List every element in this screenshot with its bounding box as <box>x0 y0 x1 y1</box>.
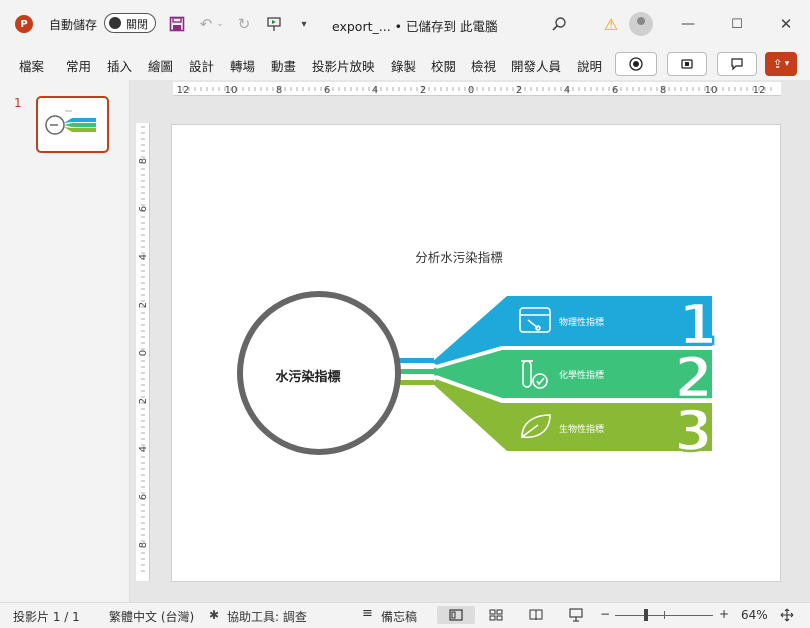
save-icon[interactable] <box>167 14 187 34</box>
record-button[interactable] <box>615 52 657 76</box>
reading-view-icon[interactable] <box>526 606 546 624</box>
record-icon <box>629 57 643 71</box>
ruler-label: 6 <box>138 494 149 500</box>
tab-developer[interactable]: 開發人員 <box>511 56 561 75</box>
slide-count: 投影片 1 / 1 <box>13 610 80 624</box>
notes-button[interactable]: 備忘稿 <box>381 608 417 625</box>
ruler-label: 8 <box>138 542 149 548</box>
share-dropdown-icon: ▾ <box>784 59 790 69</box>
maximize-icon[interactable]: ☐ <box>727 14 747 34</box>
share-icon: ⇪ <box>772 57 783 71</box>
customize-toolbar-icon[interactable]: ▾ <box>294 14 314 34</box>
tab-design[interactable]: 設計 <box>189 56 214 75</box>
autosave-state: 關閉 <box>126 18 148 31</box>
ribbon-tabs: 檔案 常用 插入 繪圖 設計 轉場 動畫 投影片放映 錄製 校閱 檢視 開發人員… <box>0 48 810 80</box>
ruler-label: 0 <box>468 85 474 96</box>
redo-icon[interactable]: ↻ <box>234 14 254 34</box>
close-icon[interactable]: ✕ <box>776 14 796 34</box>
ruler-label: 4 <box>564 85 570 96</box>
item-number-3: 3 <box>674 399 713 464</box>
undo-dropdown-icon[interactable]: ⌄ <box>215 14 225 34</box>
ruler-label: 12 <box>753 85 766 96</box>
ruler-label: 8 <box>276 85 282 96</box>
undo-icon[interactable]: ↶ <box>196 14 216 34</box>
center-label[interactable]: 水污染指標 <box>275 369 340 385</box>
normal-view-icon[interactable] <box>437 606 475 624</box>
slideshow-icon[interactable] <box>566 606 586 624</box>
present-in-teams-button[interactable] <box>667 52 707 76</box>
ruler-label: 2 <box>138 398 149 404</box>
slide-title[interactable]: 分析水污染指標 <box>415 250 503 265</box>
ruler-label: 10 <box>225 85 238 96</box>
notes-icon[interactable]: ≡ <box>362 606 373 621</box>
zoom-slider-thumb[interactable] <box>644 609 648 621</box>
horizontal-ruler[interactable]: 12 10 8 6 4 2 0 2 4 6 8 10 12 <box>173 82 781 96</box>
ruler-label: 8 <box>660 85 666 96</box>
tab-view[interactable]: 檢視 <box>471 56 496 75</box>
autosave-toggle[interactable]: 關閉 <box>104 13 156 33</box>
zoom-out-icon[interactable]: − <box>600 607 610 621</box>
document-title[interactable]: export_... • 已儲存到 此電腦 <box>332 16 497 35</box>
warning-icon[interactable]: ⚠ <box>601 14 621 34</box>
zoom-in-icon[interactable]: + <box>719 607 729 621</box>
ruler-label: 2 <box>138 302 149 308</box>
item-label-3: 生物性指標 <box>559 423 604 435</box>
search-icon[interactable] <box>549 14 569 34</box>
ruler-label: 4 <box>138 254 149 260</box>
item-label-2: 化學性指標 <box>559 369 604 381</box>
ruler-label: 2 <box>516 85 522 96</box>
avatar[interactable] <box>629 12 653 36</box>
ruler-label: 6 <box>612 85 618 96</box>
ruler-label: 12 <box>177 85 190 96</box>
ruler-label: 4 <box>372 85 378 96</box>
slide-thumbnail-pane: 1 <box>0 80 130 602</box>
comment-icon <box>731 58 743 71</box>
thumbnail-preview <box>45 110 96 135</box>
ruler-label: 0 <box>138 350 149 356</box>
title-bar: P 自動儲存 關閉 ↶ ⌄ ↻ ▾ export_... • 已儲存到 此電腦 … <box>0 0 810 48</box>
powerpoint-logo-icon: P <box>15 15 33 33</box>
tab-animations[interactable]: 動畫 <box>271 56 296 75</box>
tab-insert[interactable]: 插入 <box>107 56 132 75</box>
slide-graphic: 分析水污染指標 1 2 3 物理性指標 化學性指標 生物性指標 水污染指標 <box>237 250 718 465</box>
tab-draw[interactable]: 繪圖 <box>148 56 173 75</box>
vertical-ruler[interactable]: 8 6 4 2 0 2 4 6 8 <box>136 123 150 581</box>
ruler-label: 6 <box>324 85 330 96</box>
zoom-level[interactable]: 64% <box>741 608 768 622</box>
slide-sorter-icon[interactable] <box>486 606 506 624</box>
ruler-label: 10 <box>705 85 718 96</box>
tab-help[interactable]: 說明 <box>577 56 602 75</box>
tab-home[interactable]: 常用 <box>66 56 91 75</box>
tab-review[interactable]: 校閱 <box>431 56 456 75</box>
zoom-slider-center-mark <box>664 611 665 619</box>
tab-file[interactable]: 檔案 <box>19 56 44 75</box>
slide-canvas[interactable]: 分析水污染指標 1 2 3 物理性指標 化學性指標 生物性指標 水污染指標 <box>171 124 781 582</box>
tab-slideshow[interactable]: 投影片放映 <box>312 56 375 75</box>
thumbnail-number: 1 <box>14 96 22 110</box>
present-from-start-icon[interactable] <box>264 14 284 34</box>
tab-record[interactable]: 錄製 <box>391 56 416 75</box>
autosave-label: 自動儲存 <box>49 18 98 32</box>
ruler-label: 6 <box>138 206 149 212</box>
accessibility-status[interactable]: 協助工具: 調查 <box>227 608 307 625</box>
accessibility-icon[interactable]: ✱ <box>209 608 219 622</box>
fit-to-window-icon[interactable] <box>777 606 797 624</box>
tab-transitions[interactable]: 轉場 <box>230 56 255 75</box>
comments-button[interactable] <box>717 52 757 76</box>
share-button[interactable]: ⇪ ▾ <box>765 52 797 76</box>
teams-icon <box>681 59 693 69</box>
chevron-down-icon[interactable]: ⌄ <box>488 14 498 28</box>
minimize-icon[interactable]: — <box>678 14 698 34</box>
item-label-1: 物理性指標 <box>559 316 604 328</box>
ruler-label: 4 <box>138 446 149 452</box>
slide-thumbnail[interactable] <box>36 96 109 153</box>
ruler-label: 2 <box>420 85 426 96</box>
language-indicator[interactable]: 繁體中文 (台灣) <box>109 608 194 625</box>
toggle-knob <box>109 17 121 29</box>
ruler-label: 8 <box>138 158 149 164</box>
